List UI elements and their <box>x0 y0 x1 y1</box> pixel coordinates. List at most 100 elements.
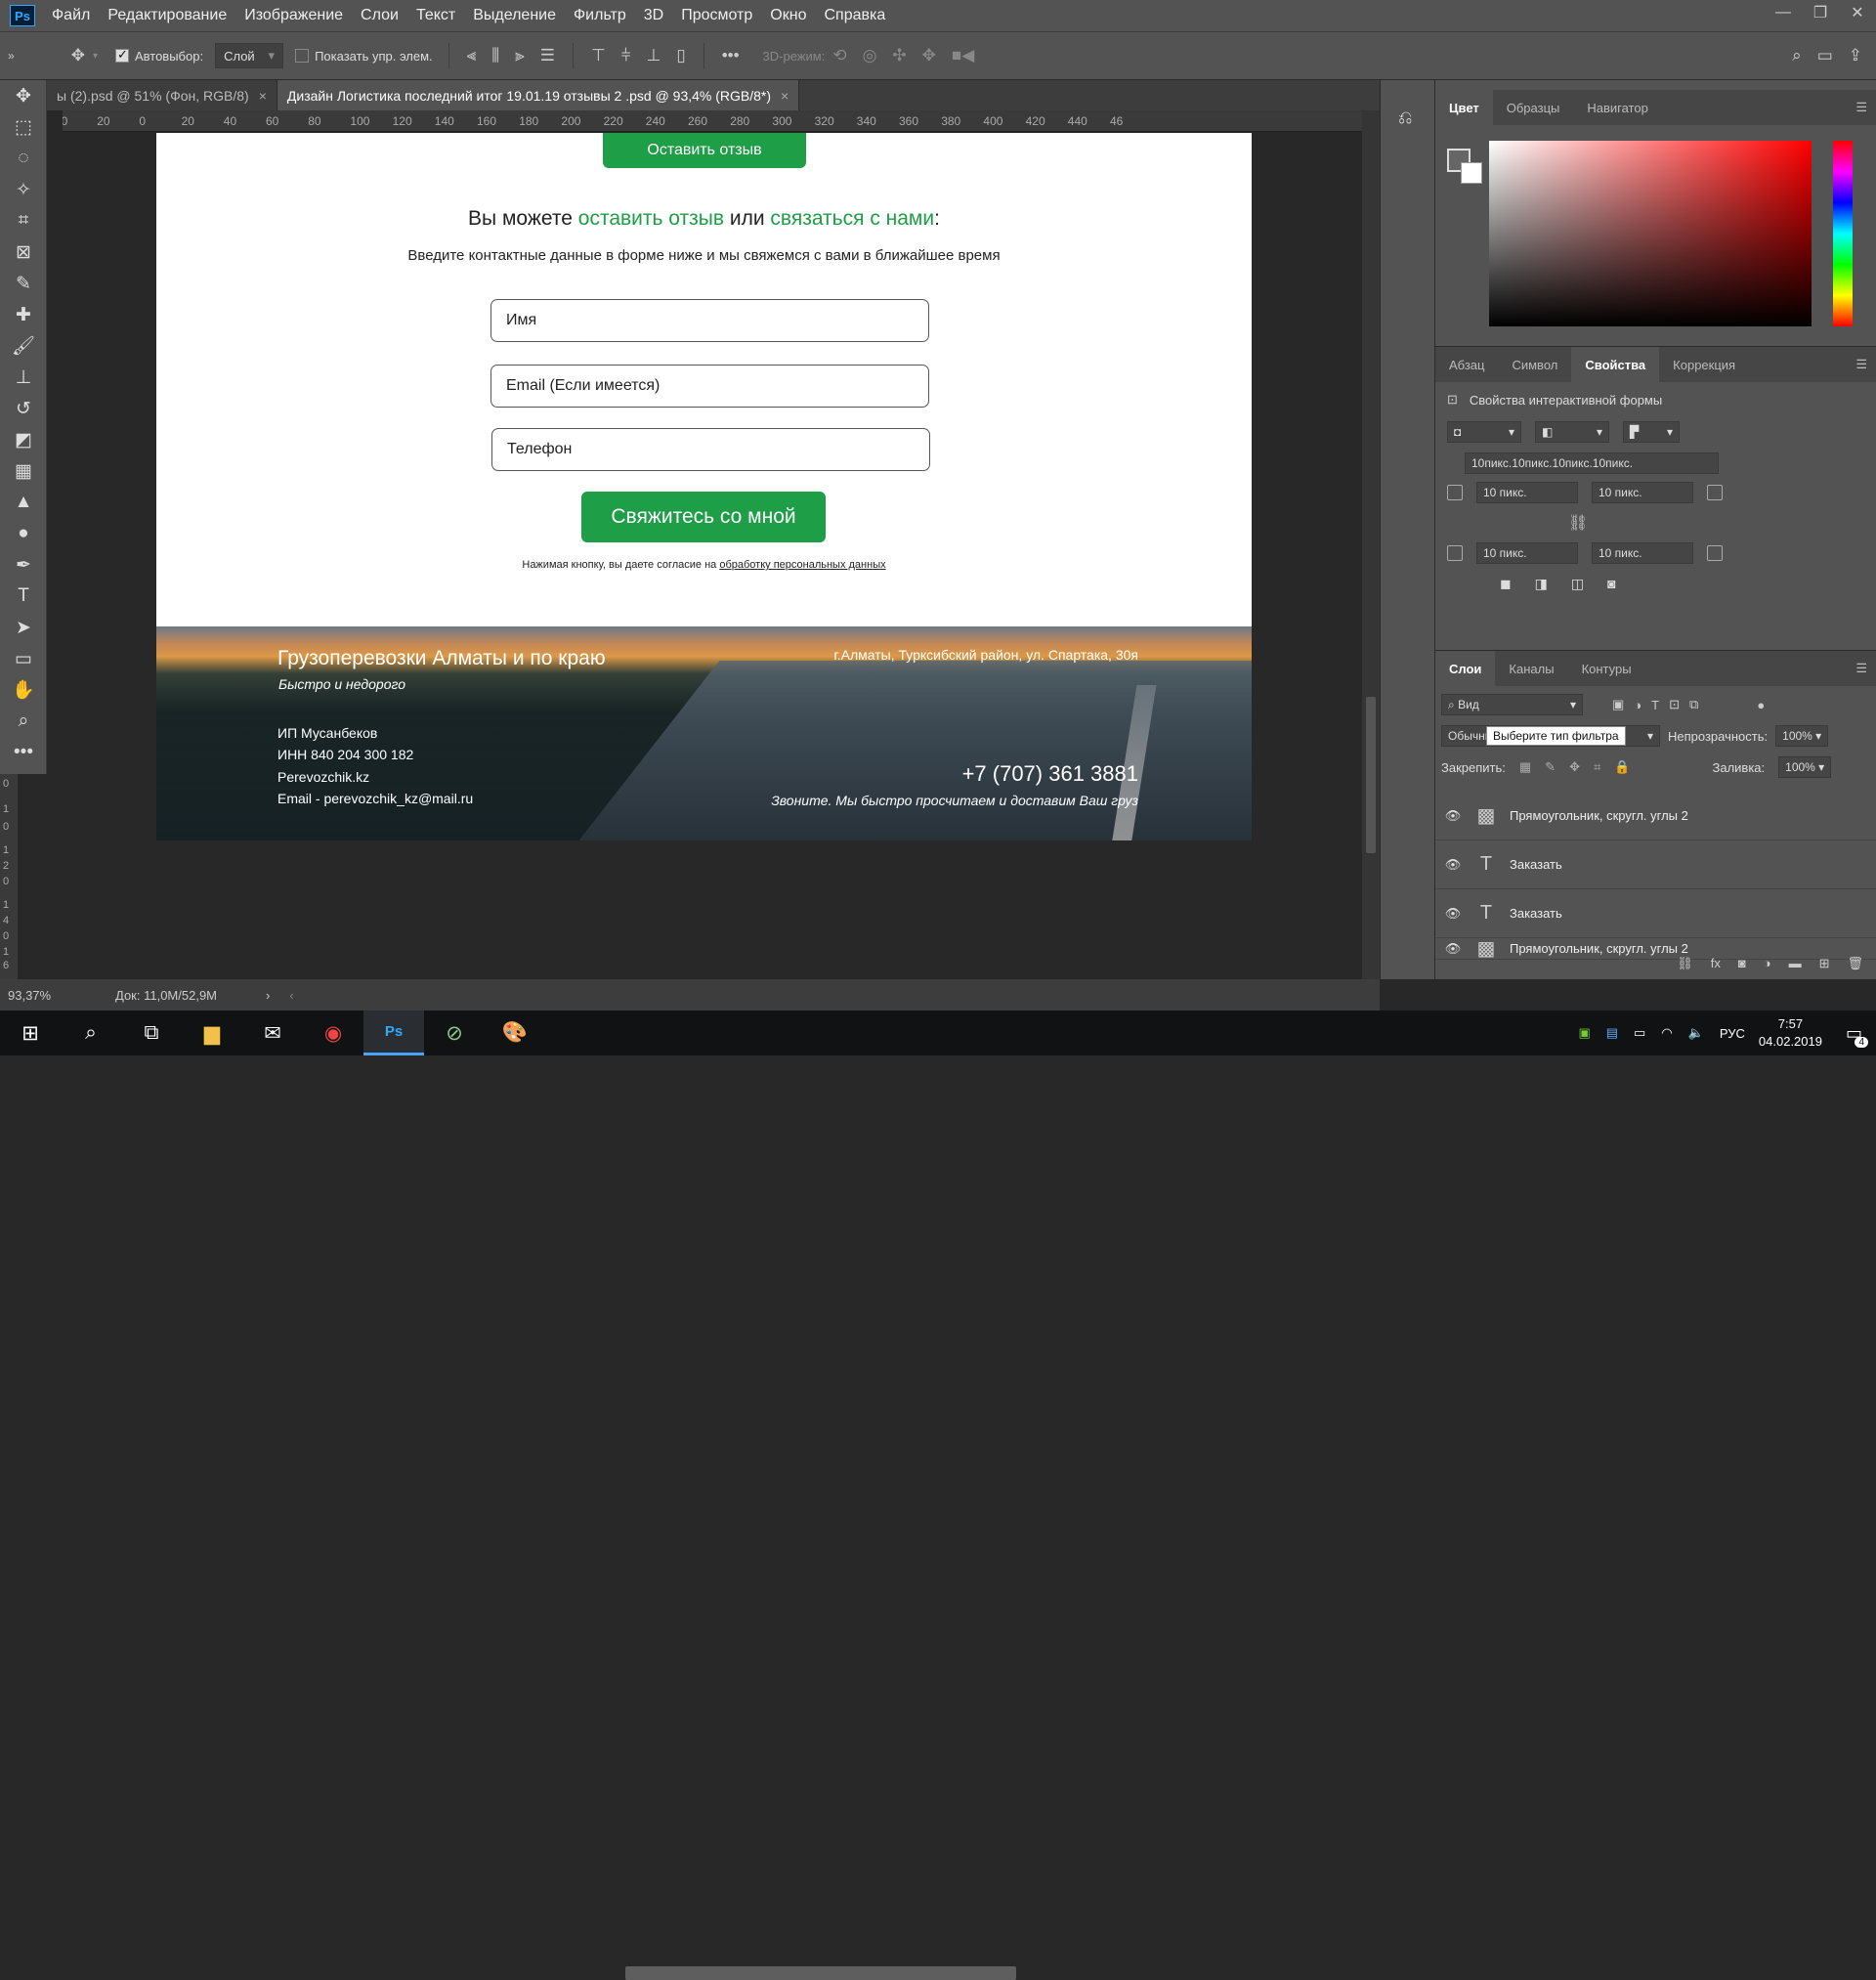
restore-button[interactable]: ❐ <box>1802 0 1839 25</box>
exclude-shapes-icon[interactable]: ◙ <box>1607 576 1615 592</box>
subtract-shapes-icon[interactable]: ◨ <box>1535 576 1548 592</box>
pen-tool-icon[interactable]: ✒ <box>0 549 47 581</box>
radius-bottom-left[interactable]: 10 пикс. <box>1476 542 1578 564</box>
phone-field[interactable]: Телефон <box>491 428 930 471</box>
combine-shapes-icon[interactable]: ◼ <box>1500 576 1512 592</box>
menu-filter[interactable]: Фильтр <box>565 7 635 24</box>
history-panel-icon[interactable]: ⎌ <box>1398 108 1412 128</box>
name-field[interactable]: Имя <box>490 299 929 342</box>
mail-icon[interactable]: ✉ <box>242 1011 303 1055</box>
smart-object-filter-icon[interactable]: ⧉ <box>1689 697 1698 712</box>
visibility-eye-icon[interactable]: 👁 <box>1435 906 1471 922</box>
menu-window[interactable]: Окно <box>761 7 815 24</box>
tab-character[interactable]: Символ <box>1498 347 1571 382</box>
radius-all-input[interactable]: 10пикс.10пикс.10пикс.10пикс. <box>1465 452 1719 474</box>
leave-review-link[interactable]: оставить отзыв <box>578 207 724 230</box>
scroll-left-icon[interactable]: ‹ <box>289 988 293 1003</box>
visibility-eye-icon[interactable]: 👁 <box>1435 857 1471 873</box>
menu-3d[interactable]: 3D <box>635 7 672 24</box>
menu-edit[interactable]: Редактирование <box>99 7 235 24</box>
layer-filter-select[interactable]: ⌕ Вид ▾ <box>1441 694 1583 715</box>
color-picker-field[interactable] <box>1489 141 1812 326</box>
scroll-thumb[interactable] <box>1366 697 1376 853</box>
close-icon[interactable]: × <box>259 88 267 104</box>
volume-icon[interactable]: 🔈 <box>1688 1025 1704 1041</box>
battery-icon[interactable]: ▭ <box>1634 1025 1645 1041</box>
lock-pixels-icon[interactable]: ✎ <box>1545 759 1556 775</box>
move-tool-icon[interactable]: ✥ <box>0 80 47 111</box>
layer-row[interactable]: 👁 T Заказать <box>1435 840 1876 889</box>
crop-tool-icon[interactable]: ⌗ <box>0 205 47 237</box>
contact-me-button[interactable]: Свяжитесь со мной <box>581 492 826 542</box>
lock-transparent-icon[interactable]: ▦ <box>1519 759 1531 775</box>
marquee-tool-icon[interactable]: ⬚ <box>0 111 47 143</box>
visibility-eye-icon[interactable]: 👁 <box>1435 808 1471 824</box>
panel-menu-icon[interactable]: ☰ <box>1855 661 1867 676</box>
search-icon[interactable]: ⌕ <box>1792 46 1802 65</box>
blur-tool-icon[interactable]: ▲ <box>0 487 47 518</box>
frame-tool-icon[interactable]: ⊠ <box>0 237 47 268</box>
align-right-icon[interactable]: ⫸ <box>515 46 525 65</box>
delete-layer-icon[interactable]: 🗑 <box>1847 956 1863 971</box>
radius-top-right[interactable]: 10 пикс. <box>1592 482 1693 503</box>
background-color-swatch[interactable] <box>1461 162 1482 184</box>
nvidia-icon[interactable]: ▣ <box>1578 1025 1590 1041</box>
menu-view[interactable]: Просмотр <box>672 7 761 24</box>
distribute-icon[interactable]: ☰ <box>540 46 555 65</box>
tab-color[interactable]: Цвет <box>1435 90 1493 125</box>
tab-paragraph[interactable]: Абзац <box>1435 347 1498 382</box>
lock-artboard-icon[interactable]: ⌗ <box>1594 759 1600 775</box>
document-canvas[interactable]: Оставить отзыв Вы можете оставить отзыв … <box>156 133 1252 840</box>
tab-document-2[interactable]: Дизайн Логистика последний итог 19.01.19… <box>277 80 800 110</box>
status-expand-icon[interactable]: › <box>266 988 270 1003</box>
eraser-tool-icon[interactable]: ◩ <box>0 424 47 455</box>
pixel-filter-icon[interactable]: ▣ <box>1612 697 1624 712</box>
lock-position-icon[interactable]: ✥ <box>1569 759 1580 775</box>
autoselect-checkbox[interactable]: Автовыбор: <box>114 47 203 64</box>
clock[interactable]: 7:57 04.02.2019 <box>1759 1015 1822 1051</box>
hand-tool-icon[interactable]: ✋ <box>0 674 47 706</box>
radius-bottom-right[interactable]: 10 пикс. <box>1592 542 1693 564</box>
stamp-tool-icon[interactable]: ⊥ <box>0 362 47 393</box>
panel-menu-icon[interactable]: ☰ <box>1855 357 1867 372</box>
network-app-icon[interactable]: ▤ <box>1606 1025 1618 1041</box>
menu-layers[interactable]: Слои <box>352 7 407 24</box>
tab-navigator[interactable]: Навигатор <box>1573 90 1661 125</box>
hue-slider[interactable] <box>1833 141 1853 326</box>
panel-menu-icon[interactable]: ☰ <box>1855 100 1867 115</box>
more-options-icon[interactable]: ••• <box>722 46 740 65</box>
windows-start-icon[interactable]: ⊞ <box>0 1011 61 1055</box>
history-brush-icon[interactable]: ↺ <box>0 393 47 424</box>
horizontal-scrollbar-thumb[interactable] <box>625 1966 1016 1980</box>
magic-wand-tool-icon[interactable]: ✧ <box>0 174 47 205</box>
stroke-corner-select[interactable]: ▛ ▾ <box>1623 421 1680 443</box>
chevron-down-icon[interactable]: ▾ <box>93 51 98 62</box>
type-tool-icon[interactable]: T <box>0 581 47 612</box>
language-indicator[interactable]: РУС <box>1720 1026 1745 1041</box>
type-filter-icon[interactable]: T <box>1651 698 1659 712</box>
radius-top-left[interactable]: 10 пикс. <box>1476 482 1578 503</box>
visibility-eye-icon[interactable]: 👁 <box>1435 941 1471 957</box>
new-layer-icon[interactable]: ⊞ <box>1819 956 1830 971</box>
search-icon[interactable]: ⌕ <box>61 1011 121 1055</box>
tab-adjustments[interactable]: Коррекция <box>1659 347 1749 382</box>
gradient-tool-icon[interactable]: ▦ <box>0 455 47 487</box>
stroke-type-select[interactable]: ◘ ▾ <box>1447 421 1521 443</box>
leave-review-button[interactable]: Оставить отзыв <box>603 133 806 168</box>
vertical-scrollbar[interactable] <box>1362 110 1380 979</box>
new-adjustment-icon[interactable]: ◑ <box>1764 956 1771 971</box>
zoom-tool-icon[interactable]: ⌕ <box>0 706 47 737</box>
tab-channels[interactable]: Каналы <box>1495 651 1567 686</box>
opacity-input[interactable]: 100% ▾ <box>1775 725 1829 747</box>
app-icon[interactable]: ⊘ <box>424 1011 485 1055</box>
path-select-tool-icon[interactable]: ➤ <box>0 612 47 643</box>
align-left-icon[interactable]: ⫷ <box>467 46 477 65</box>
zoom-level[interactable]: 93,37% <box>8 988 96 1003</box>
dodge-tool-icon[interactable]: ● <box>0 518 47 549</box>
tab-document-1[interactable]: ы (2).psd @ 51% (Фон, RGB/8) × <box>47 80 277 110</box>
minimize-button[interactable]: — <box>1765 0 1802 25</box>
lasso-tool-icon[interactable]: ◌ <box>0 143 47 174</box>
add-mask-icon[interactable]: ◙ <box>1738 956 1746 971</box>
adjustment-filter-icon[interactable]: ◑ <box>1634 698 1642 712</box>
email-field[interactable]: Email (Если имеется) <box>490 365 929 408</box>
